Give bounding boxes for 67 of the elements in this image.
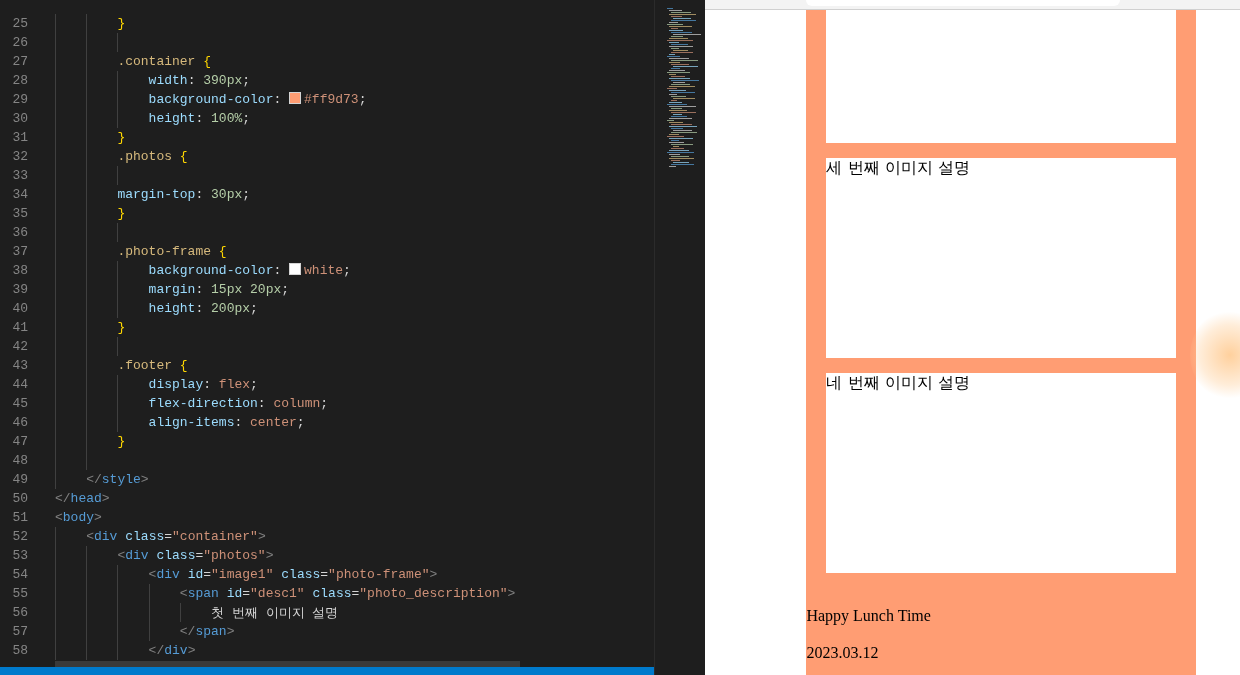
code-line: } [116,320,126,335]
line-number: 50 [11,491,28,506]
code-line: height: 100%; [147,111,251,126]
code-line: <span id="desc1" class="photo_description"> [178,586,516,601]
code-line: <div class="photos"> [116,548,274,563]
line-number: 34 [11,187,28,202]
code-line: <div id="image1" class="photo-frame"> [147,567,438,582]
line-number: 54 [11,567,28,582]
code-line: .photo-frame { [116,244,227,259]
code-line: <div class="container"> [85,529,266,544]
line-number: 37 [11,244,28,259]
line-number: 25 [11,16,28,31]
code-line: flex-direction: column; [147,396,329,411]
code-line: align-items: center; [147,415,305,430]
code-line: width: 390px; [147,73,251,88]
line-number: 36 [11,225,28,240]
line-number: 49 [11,472,28,487]
line-number: 51 [11,510,28,525]
line-number: 38 [11,263,28,278]
line-number: 41 [11,320,28,335]
line-number: 42 [11,339,28,354]
code-line: } [116,130,126,145]
code-line: </style> [85,472,149,487]
line-number: 47 [11,434,28,449]
code-line: display: flex; [147,377,258,392]
code-line: margin-top: 30px; [116,187,251,202]
code-line: 첫 번째 이미지 설명 [210,604,339,622]
line-number: 43 [11,358,28,373]
line-number: 45 [11,396,28,411]
code-line: </div> [147,643,196,658]
line-number: 32 [11,149,28,164]
code-line: <body> [55,510,102,525]
line-number: 31 [11,130,28,145]
line-number: 56 [11,605,28,620]
line-number: 29 [11,92,28,107]
code-line: } [116,206,126,221]
line-number: 28 [11,73,28,88]
line-number: 55 [11,586,28,601]
code-line: height: 200px; [147,301,258,316]
line-number: 30 [11,111,28,126]
code-line: </head> [55,491,110,506]
code-line: </span> [178,624,235,639]
line-number: 35 [11,206,28,221]
line-number: 57 [11,624,28,639]
code-line: } [116,16,126,31]
line-number: 39 [11,282,28,297]
footer-text: 2023.03.12 [806,643,879,663]
footer-text: Happy Lunch Time [806,606,931,626]
line-number: 40 [11,301,28,316]
line-number: 58 [11,643,28,658]
code-line: margin: 15px 20px; [147,282,290,297]
code-line: .footer { [116,358,188,373]
code-line: .photos { [116,149,188,164]
line-number: 44 [11,377,28,392]
line-number: 48 [11,453,28,468]
line-number: 46 [11,415,28,430]
code-line: .container { [116,54,212,69]
line-number: 53 [11,548,28,563]
code-line: background-color: white; [147,263,351,278]
line-number: 52 [11,529,28,544]
code-line: background-color: #ff9d73; [147,92,367,107]
code-line: } [116,434,126,449]
photo-description: 네 번째 이미지 설명 [826,373,970,392]
photo-description: 세 번째 이미지 설명 [826,158,970,177]
line-number: 33 [11,168,28,183]
line-number: 27 [11,54,28,69]
line-number: 26 [11,35,28,50]
